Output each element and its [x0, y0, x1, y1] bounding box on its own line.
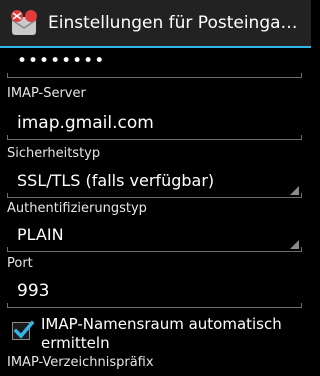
port-field[interactable]: 993 — [7, 274, 302, 308]
port-value: 993 — [17, 281, 50, 301]
port-underline — [7, 303, 302, 308]
password-field[interactable]: •••••••• — [7, 48, 302, 78]
action-bar: Einstellungen für Posteingangs… — [0, 0, 311, 48]
security-type-underline — [7, 193, 302, 198]
email-app-icon[interactable] — [7, 8, 41, 40]
auth-type-spinner[interactable]: PLAIN — [7, 218, 302, 252]
imap-server-label: IMAP-Server — [7, 86, 86, 101]
namespace-checkbox[interactable] — [12, 320, 34, 340]
imap-prefix-label: IMAP-Verzeichnispräfix — [7, 355, 154, 370]
page-title: Einstellungen für Posteingangs… — [48, 13, 306, 33]
security-type-value: SSL/TLS (falls verfügbar) — [17, 171, 215, 190]
password-underline — [7, 73, 302, 78]
dropdown-triangle-icon — [290, 240, 299, 249]
namespace-checkbox-row[interactable]: IMAP-Namensraum automatisch ermitteln — [7, 313, 307, 357]
imap-server-underline — [7, 135, 302, 140]
namespace-checkbox-label: IMAP-Namensraum automatisch ermitteln — [41, 315, 282, 352]
imap-server-field[interactable]: imap.gmail.com — [7, 106, 302, 140]
imap-server-value: imap.gmail.com — [17, 113, 154, 133]
port-label: Port — [7, 256, 33, 271]
auth-type-label: Authentifizierungstyp — [7, 201, 147, 216]
dropdown-triangle-icon — [290, 186, 299, 195]
password-value: •••••••• — [17, 51, 106, 71]
auth-type-value: PLAIN — [17, 225, 64, 244]
security-type-label: Sicherheitstyp — [7, 146, 101, 161]
checkmark-icon — [13, 320, 34, 339]
auth-type-underline — [7, 247, 302, 252]
security-type-spinner[interactable]: SSL/TLS (falls verfügbar) — [7, 164, 302, 198]
